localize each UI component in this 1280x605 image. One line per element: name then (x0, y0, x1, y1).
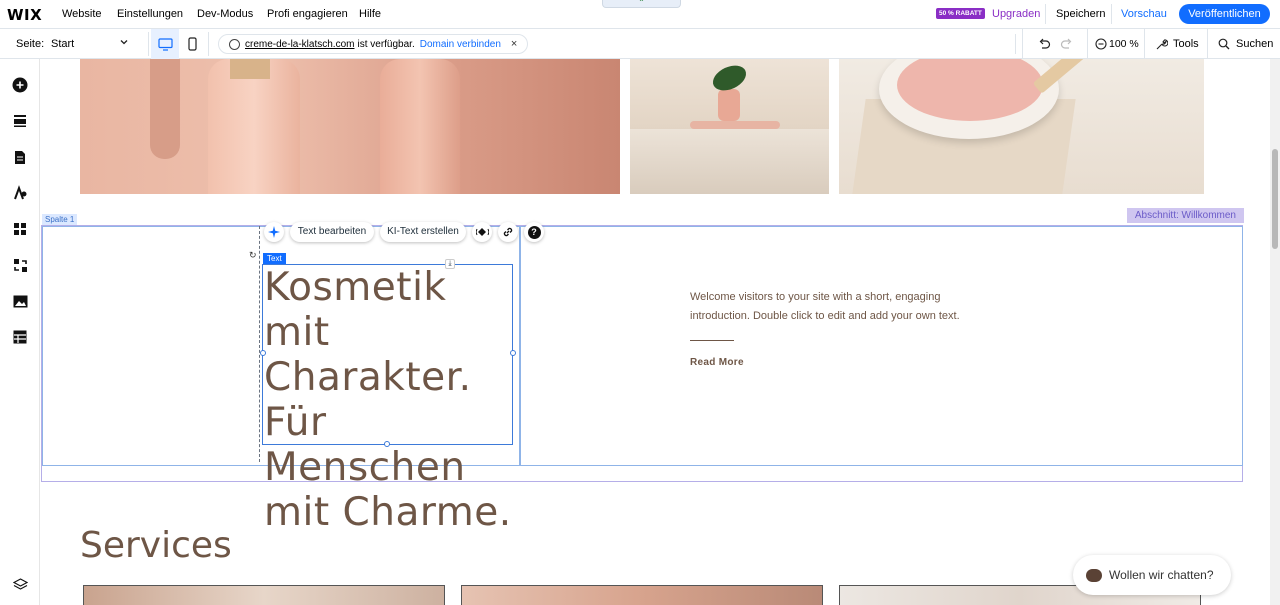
hero-image-plant[interactable] (630, 59, 829, 194)
animation-button[interactable] (472, 222, 492, 242)
pages-icon[interactable] (12, 149, 28, 165)
divider-line (690, 340, 734, 341)
wrench-icon (1155, 38, 1169, 54)
divider (148, 32, 149, 56)
connect-domain-link[interactable]: Domain verbinden (420, 39, 501, 50)
chat-label: Wollen wir chatten? (1109, 568, 1214, 582)
undo-icon[interactable] (1037, 37, 1051, 54)
search-icon (1218, 38, 1230, 53)
left-sidebar (0, 59, 40, 605)
link-icon (503, 227, 513, 237)
save-button[interactable]: Speichern (1056, 8, 1106, 20)
domain-availability: ist verfügbar. (357, 38, 415, 50)
column-frame-right (520, 226, 1243, 466)
menu-website[interactable]: Website (62, 8, 102, 20)
page-selector-value[interactable]: Start (51, 38, 74, 50)
desktop-icon (157, 37, 173, 51)
layers-icon[interactable] (12, 577, 28, 593)
hero-image-bottles[interactable] (80, 59, 620, 194)
cms-icon[interactable] (12, 329, 28, 345)
bottle-shadow (150, 59, 180, 159)
edit-text-button[interactable]: Text bearbeiten (290, 222, 374, 242)
business-icon[interactable] (12, 257, 28, 273)
service-card-2[interactable] (461, 585, 823, 605)
desktop-view-button[interactable] (151, 29, 179, 59)
hero-image-cream[interactable] (839, 59, 1204, 194)
redo-icon[interactable] (1060, 37, 1074, 54)
zoom-button[interactable]: 100 % (1087, 29, 1144, 59)
text-element-badge: Text (263, 253, 286, 264)
editor-toolbar: Seite: Start creme-de-la-klatsch.com ist… (0, 29, 1280, 59)
globe-icon (229, 38, 240, 50)
preview-button[interactable]: Vorschau (1121, 8, 1167, 20)
upgrade-link[interactable]: Upgraden (992, 8, 1040, 20)
mobile-view-button[interactable] (178, 29, 206, 59)
media-icon[interactable] (12, 293, 28, 309)
column-label: Spalte 1 (42, 214, 78, 225)
vase (718, 89, 740, 121)
collapse-toolbar-tab[interactable]: ⌃ (602, 0, 681, 8)
search-label: Suchen (1236, 38, 1274, 50)
add-icon[interactable] (12, 77, 28, 93)
site-page: Spalte 1 Abschnitt: Willkommen Text bear… (40, 59, 1244, 605)
publish-button[interactable]: Veröffentlichen (1179, 4, 1270, 24)
welcome-paragraph[interactable]: Welcome visitors to your site with a sho… (690, 288, 990, 326)
scrollbar-thumb[interactable] (1272, 149, 1278, 249)
undo-redo-group (1022, 29, 1087, 59)
sparkle-icon (268, 226, 280, 238)
domain-bar: creme-de-la-klatsch.com ist verfügbar. D… (218, 34, 528, 54)
chevron-down-icon[interactable] (119, 37, 129, 50)
guide-line (259, 226, 260, 462)
menu-help[interactable]: Hilfe (359, 8, 381, 20)
chat-widget[interactable]: Wollen wir chatten? (1073, 555, 1231, 595)
welcome-heading[interactable]: Kosmetik mit Charakter. Für Menschen mit… (264, 265, 514, 535)
services-heading[interactable]: Services (80, 525, 232, 566)
tray (690, 121, 780, 129)
rotate-icon[interactable]: ↻ (249, 250, 257, 261)
menu-hire-pro[interactable]: Profi engagieren (267, 8, 348, 20)
divider (208, 32, 209, 56)
zoom-level: 100 % (1109, 38, 1139, 50)
divider (1045, 4, 1046, 24)
help-icon: ? (527, 225, 541, 239)
tools-label: Tools (1173, 38, 1199, 50)
menu-settings[interactable]: Einstellungen (117, 8, 183, 20)
canvas-scrollbar[interactable] (1270, 59, 1280, 605)
mobile-icon (187, 37, 197, 51)
ai-sparkle-button[interactable] (264, 222, 284, 242)
domain-name[interactable]: creme-de-la-klatsch.com (245, 39, 354, 50)
wix-logo[interactable]: WIX (7, 6, 42, 24)
zoom-icon (1095, 38, 1107, 53)
search-button[interactable]: Suchen (1207, 29, 1280, 59)
bottle-cap (230, 59, 270, 79)
design-icon[interactable] (12, 185, 28, 201)
read-more-button[interactable]: Read More (690, 357, 744, 368)
section-label[interactable]: Abschnitt: Willkommen (1126, 208, 1244, 223)
divider (1015, 34, 1016, 54)
menu-dev-mode[interactable]: Dev-Modus (197, 8, 253, 20)
bottle-left (208, 59, 300, 194)
ai-text-button[interactable]: KI-Text erstellen (380, 222, 466, 242)
link-button[interactable] (498, 222, 518, 242)
table-cloth (630, 129, 829, 194)
discount-badge: 50 % RABATT (936, 8, 985, 19)
apps-icon[interactable] (12, 221, 28, 237)
chat-bubble-icon (1086, 568, 1102, 582)
editor-canvas[interactable]: Spalte 1 Abschnitt: Willkommen Text bear… (40, 59, 1244, 605)
tools-button[interactable]: Tools (1144, 29, 1207, 59)
help-button[interactable]: ? (524, 222, 544, 242)
animation-icon (475, 228, 489, 236)
service-card-1[interactable] (83, 585, 445, 605)
divider (1111, 4, 1112, 24)
sections-icon[interactable] (12, 113, 28, 129)
bottle-right (380, 59, 460, 194)
page-selector-label: Seite: (16, 38, 45, 50)
close-icon[interactable]: × (511, 38, 517, 50)
top-bar: WIX Website Einstellungen Dev-Modus Prof… (0, 0, 1280, 29)
